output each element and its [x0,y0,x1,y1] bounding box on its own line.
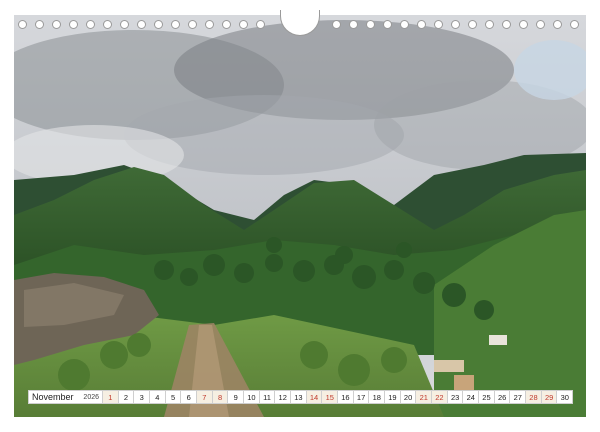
day-cell: 18 [369,390,386,404]
day-cell: 6 [181,390,198,404]
binding-hole [434,20,443,29]
binding-hole [86,20,95,29]
day-cell: 19 [385,390,401,404]
day-cell: 1 [103,390,119,404]
day-cell: 24 [463,390,480,404]
day-cell: 15 [322,390,339,404]
day-cell: 28 [526,390,542,404]
binding-hole [485,20,494,29]
binding-hole [103,20,112,29]
landscape-photo [14,15,586,417]
binding-hole [205,20,214,29]
binding-hole [332,20,341,29]
day-cell: 3 [134,390,151,404]
day-cell: 27 [510,390,527,404]
day-cell: 16 [338,390,354,404]
day-cell: 2 [118,390,135,404]
binding-hole [400,20,409,29]
binding-hole [171,20,180,29]
binding-hole [349,20,358,29]
spiral-binding [0,0,600,36]
day-cell: 11 [259,390,276,404]
binding-hole [222,20,231,29]
day-cell: 4 [150,390,166,404]
binding-hole [239,20,248,29]
hanger-notch [280,10,320,36]
day-cell: 20 [400,390,417,404]
day-cell: 14 [306,390,323,404]
binding-hole [18,20,27,29]
day-cell: 30 [557,390,574,404]
binding-hole [137,20,146,29]
binding-hole [52,20,61,29]
year-label: 2026 [83,393,99,401]
binding-hole [553,20,562,29]
binding-hole [256,20,265,29]
binding-hole [188,20,197,29]
binding-hole [366,20,375,29]
day-cell: 10 [244,390,260,404]
month-label: November 2026 [28,390,103,404]
day-cell: 23 [447,390,464,404]
binding-hole [35,20,44,29]
day-cells: 1 2 3 4 5 6 7 8 9 10 11 12 13 14 15 16 17 18 19 20 21 22 23 24 2… [103,390,574,404]
day-cell: 29 [541,390,558,404]
day-cell: 12 [275,390,292,404]
month-name: November [32,392,74,402]
binding-hole [570,20,579,29]
binding-hole [502,20,511,29]
binding-hole [519,20,528,29]
calendar-strip: November 2026 1 2 3 4 5 6 7 8 9 10 11 12 13 14 15 16 17 1… [28,390,574,404]
day-cell: 21 [416,390,433,404]
binding-hole [468,20,477,29]
calendar-page: November 2026 1 2 3 4 5 6 7 8 9 10 11 12 13 14 15 16 17 1… [0,0,600,432]
binding-hole [154,20,163,29]
binding-hole [536,20,545,29]
landscape-illustration [14,15,586,417]
binding-hole [451,20,460,29]
day-cell: 22 [432,390,448,404]
day-cell: 7 [197,390,213,404]
binding-hole [69,20,78,29]
day-cell: 9 [228,390,245,404]
binding-hole [120,20,129,29]
binding-hole [383,20,392,29]
day-cell: 25 [479,390,495,404]
day-cell: 13 [291,390,307,404]
day-cell: 17 [353,390,370,404]
day-cell: 8 [212,390,229,404]
day-cell: 5 [165,390,182,404]
day-cell: 26 [494,390,511,404]
binding-hole [417,20,426,29]
